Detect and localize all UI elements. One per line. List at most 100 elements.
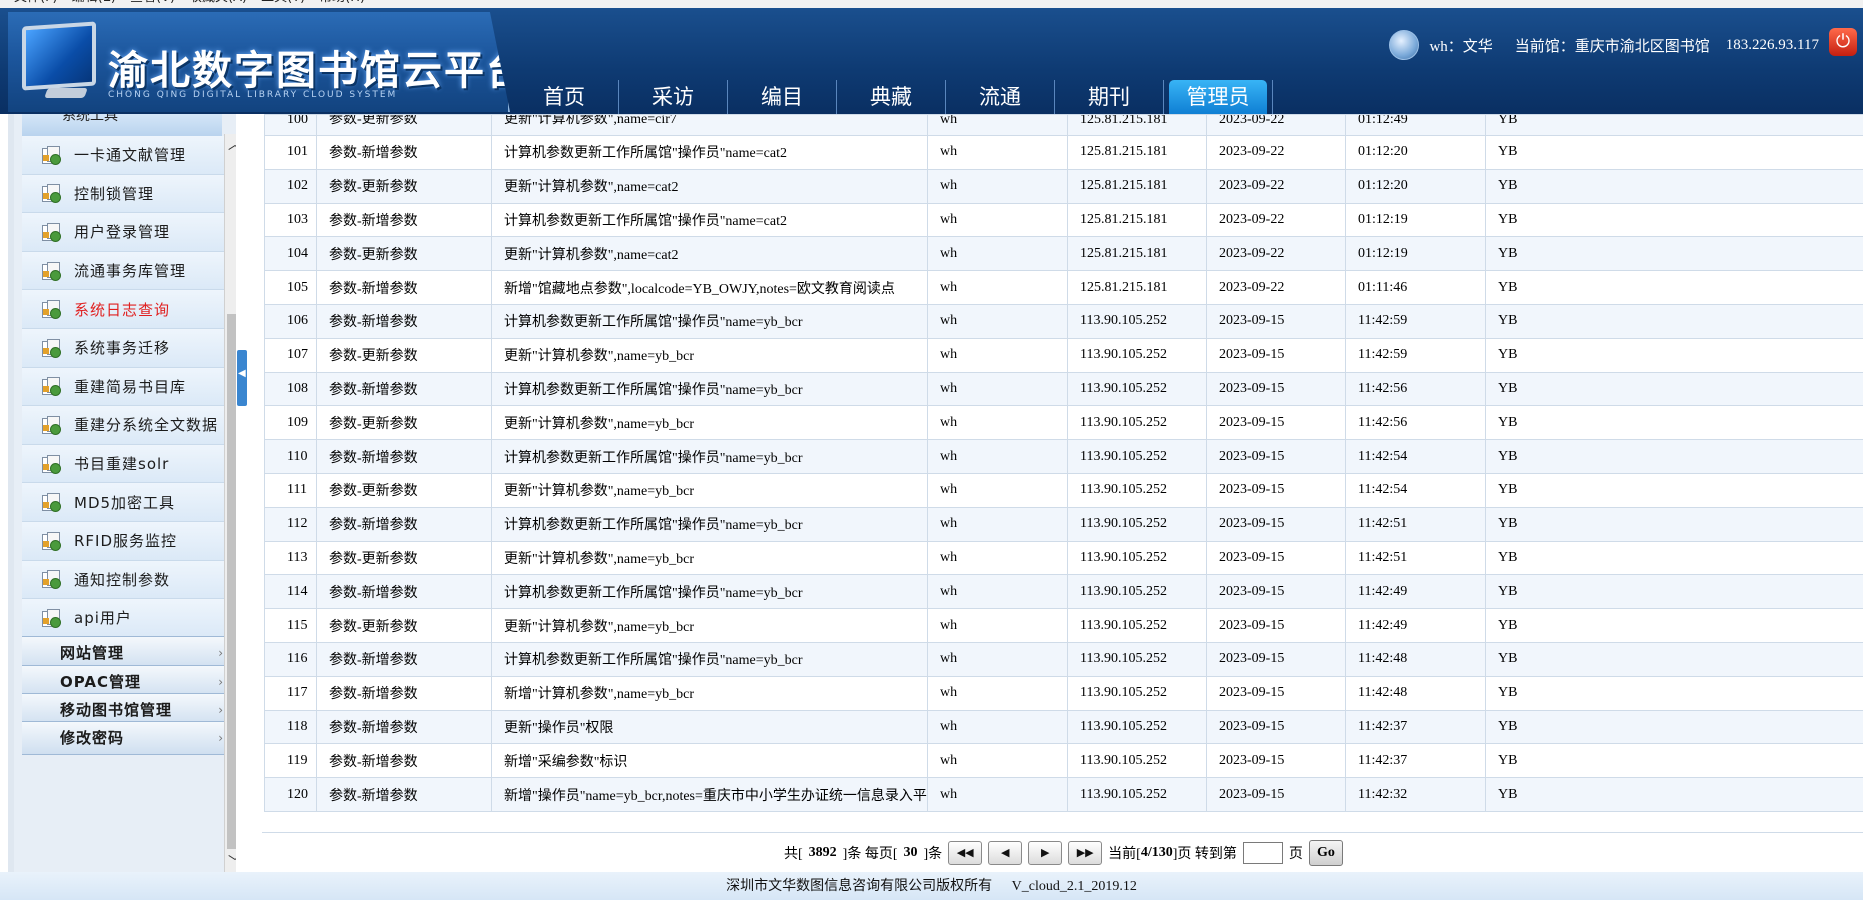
nav-tab[interactable]: 流通 xyxy=(946,80,1055,114)
table-row[interactable]: 106参数-新增参数计算机参数更新工作所属馆"操作员"name=yb_bcrwh… xyxy=(265,304,1863,338)
cell-ip: 113.90.105.252 xyxy=(1068,440,1207,474)
sidebar-item[interactable]: 通知控制参数 xyxy=(22,561,224,600)
table-row[interactable]: 111参数-更新参数更新"计算机参数",name=yb_bcrwh113.90.… xyxy=(265,473,1863,507)
cell-time: 11:42:48 xyxy=(1346,642,1486,676)
cell-user: wh xyxy=(928,609,1068,643)
table-row[interactable]: 113参数-更新参数更新"计算机参数",name=yb_bcrwh113.90.… xyxy=(265,541,1863,575)
table-row[interactable]: 116参数-新增参数计算机参数更新工作所属馆"操作员"name=yb_bcrwh… xyxy=(265,642,1863,676)
table-row[interactable]: 110参数-新增参数计算机参数更新工作所属馆"操作员"name=yb_bcrwh… xyxy=(265,440,1863,474)
cell-lib: YB xyxy=(1486,372,1863,406)
cell-time: 01:12:20 xyxy=(1346,169,1486,203)
logout-power-icon[interactable]: ⏻ xyxy=(1829,28,1857,56)
table-row[interactable]: 119参数-新增参数新增"采编参数"标识wh113.90.105.2522023… xyxy=(265,744,1863,778)
sidebar-item[interactable]: RFID服务监控 xyxy=(22,522,224,561)
logo-subtitle: CHONG QING DIGITAL LIBRARY CLOUD SYSTEM xyxy=(108,90,397,100)
table-row[interactable]: 101参数-新增参数计算机参数更新工作所属馆"操作员"name=cat2wh12… xyxy=(265,136,1863,170)
monitor-stand-icon xyxy=(44,88,88,98)
table-row[interactable]: 114参数-新增参数计算机参数更新工作所属馆"操作员"name=yb_bcrwh… xyxy=(265,575,1863,609)
cell-module: 参数-新增参数 xyxy=(317,642,492,676)
sidebar-group[interactable]: 修改密码› xyxy=(22,721,224,755)
cell-no: 109 xyxy=(265,406,317,440)
sidebar-item-label: 重建简易书目库 xyxy=(74,376,186,397)
cell-content: 更新"计算机参数",name=yb_bcr xyxy=(492,338,928,372)
sidebar-item[interactable]: 书目重建solr xyxy=(22,445,224,484)
cell-lib: YB xyxy=(1486,406,1863,440)
sidebar-item-label: 用户登录管理 xyxy=(74,221,170,242)
nav-tab[interactable]: 管理员 xyxy=(1169,80,1267,114)
cell-no: 120 xyxy=(265,778,317,812)
sidebar-item[interactable]: 流通事务库管理 xyxy=(22,252,224,291)
table-row[interactable]: 112参数-新增参数计算机参数更新工作所属馆"操作员"name=yb_bcrwh… xyxy=(265,507,1863,541)
cell-lib: YB xyxy=(1486,169,1863,203)
table-row[interactable]: 102参数-更新参数更新"计算机参数",name=cat2wh125.81.21… xyxy=(265,169,1863,203)
nav-tab[interactable]: 采访 xyxy=(619,80,728,114)
page-suffix: 页 xyxy=(1289,843,1303,863)
document-settings-icon xyxy=(42,300,60,318)
table-row[interactable]: 107参数-更新参数更新"计算机参数",name=yb_bcrwh113.90.… xyxy=(265,338,1863,372)
cell-user: wh xyxy=(928,271,1068,305)
table-row[interactable]: 117参数-新增参数新增"计算机参数",name=yb_bcrwh113.90.… xyxy=(265,676,1863,710)
sidebar-item[interactable]: 一卡通文献管理 xyxy=(22,136,224,175)
cell-module: 参数-更新参数 xyxy=(317,406,492,440)
version-text: V_cloud_2.1_2019.12 xyxy=(1012,879,1137,894)
sidebar-item-label: 重建分系统全文数据 xyxy=(74,414,218,435)
cell-lib: YB xyxy=(1486,778,1863,812)
nav-tab[interactable]: 编目 xyxy=(728,80,837,114)
cell-time: 11:42:49 xyxy=(1346,575,1486,609)
scroll-thumb[interactable] xyxy=(227,314,236,849)
sidebar-item[interactable]: MD5加密工具 xyxy=(22,483,224,522)
table-row[interactable]: 115参数-更新参数更新"计算机参数",name=yb_bcrwh113.90.… xyxy=(265,609,1863,643)
cell-date: 2023-09-15 xyxy=(1207,676,1346,710)
cell-module: 参数-更新参数 xyxy=(317,473,492,507)
table-row[interactable]: 109参数-更新参数更新"计算机参数",name=yb_bcrwh113.90.… xyxy=(265,406,1863,440)
browser-menu-bar: 文件(F)编辑(E)查看(V)收藏夹(A)工具(T)帮助(H) xyxy=(0,0,1863,8)
monitor-icon xyxy=(22,21,96,90)
table-row[interactable]: 105参数-新增参数新增"馆藏地点参数",localcode=YB_OWJY,n… xyxy=(265,271,1863,305)
cell-user: wh xyxy=(928,136,1068,170)
sidebar-scrollbar[interactable]: ︿ ﹀ xyxy=(224,134,236,874)
cell-module: 参数-新增参数 xyxy=(317,304,492,338)
cell-content: 新增"操作员"name=yb_bcr,notes=重庆市中小学生办证统一信息录入… xyxy=(492,778,928,812)
table-row[interactable]: 120参数-新增参数新增"操作员"name=yb_bcr,notes=重庆市中小… xyxy=(265,778,1863,812)
sidebar-group-system-tools[interactable]: 系统工具 xyxy=(22,114,222,136)
main-nav: 首页采访编目典藏流通期刊管理员 xyxy=(510,76,1853,114)
sidebar-item[interactable]: 系统日志查询 xyxy=(22,290,224,329)
sidebar-item[interactable]: 用户登录管理 xyxy=(22,213,224,252)
table-row[interactable]: 118参数-新增参数更新"操作员"权限wh113.90.105.2522023-… xyxy=(265,710,1863,744)
cell-ip: 125.81.215.181 xyxy=(1068,271,1207,305)
next-page-button[interactable]: ▶ xyxy=(1028,841,1062,865)
nav-tab[interactable]: 期刊 xyxy=(1055,80,1164,114)
cell-no: 101 xyxy=(265,136,317,170)
cell-lib: YB xyxy=(1486,237,1863,271)
goto-page-input[interactable] xyxy=(1243,842,1283,864)
nav-tab[interactable]: 典藏 xyxy=(837,80,946,114)
table-row[interactable]: 108参数-新增参数计算机参数更新工作所属馆"操作员"name=yb_bcrwh… xyxy=(265,372,1863,406)
cell-lib: YB xyxy=(1486,642,1863,676)
sidebar-item[interactable]: 重建分系统全文数据 xyxy=(22,406,224,445)
cell-module: 参数-新增参数 xyxy=(317,271,492,305)
scroll-down-arrow-icon[interactable]: ﹀ xyxy=(225,852,236,874)
sidebar-item[interactable]: 控制锁管理 xyxy=(22,175,224,214)
sidebar-item[interactable]: 重建简易书目库 xyxy=(22,368,224,407)
sidebar-item[interactable]: 系统事务迁移 xyxy=(22,329,224,368)
per-page-count: 30 xyxy=(904,845,918,861)
cell-ip: 125.81.215.181 xyxy=(1068,237,1207,271)
table-row[interactable]: 103参数-新增参数计算机参数更新工作所属馆"操作员"name=cat2wh12… xyxy=(265,203,1863,237)
scroll-up-arrow-icon[interactable]: ︿ xyxy=(225,134,236,156)
go-button[interactable]: Go xyxy=(1309,840,1343,866)
table-row[interactable]: 100参数-更新参数更新"计算机参数",name=cir7wh125.81.21… xyxy=(265,115,1863,136)
cell-no: 119 xyxy=(265,744,317,778)
sidebar-item[interactable]: api用户 xyxy=(22,599,224,638)
sidebar-collapse-handle[interactable]: ◀ xyxy=(237,350,247,406)
cell-no: 111 xyxy=(265,473,317,507)
cell-module: 参数-更新参数 xyxy=(317,115,492,136)
cell-date: 2023-09-22 xyxy=(1207,237,1346,271)
first-page-button[interactable]: ◀◀ xyxy=(948,841,982,865)
table-row[interactable]: 104参数-更新参数更新"计算机参数",name=cat2wh125.81.21… xyxy=(265,237,1863,271)
prev-page-button[interactable]: ◀ xyxy=(988,841,1022,865)
cell-lib: YB xyxy=(1486,304,1863,338)
nav-tab[interactable]: 首页 xyxy=(510,80,619,114)
cell-time: 11:42:51 xyxy=(1346,507,1486,541)
cell-user: wh xyxy=(928,169,1068,203)
last-page-button[interactable]: ▶▶ xyxy=(1068,841,1102,865)
